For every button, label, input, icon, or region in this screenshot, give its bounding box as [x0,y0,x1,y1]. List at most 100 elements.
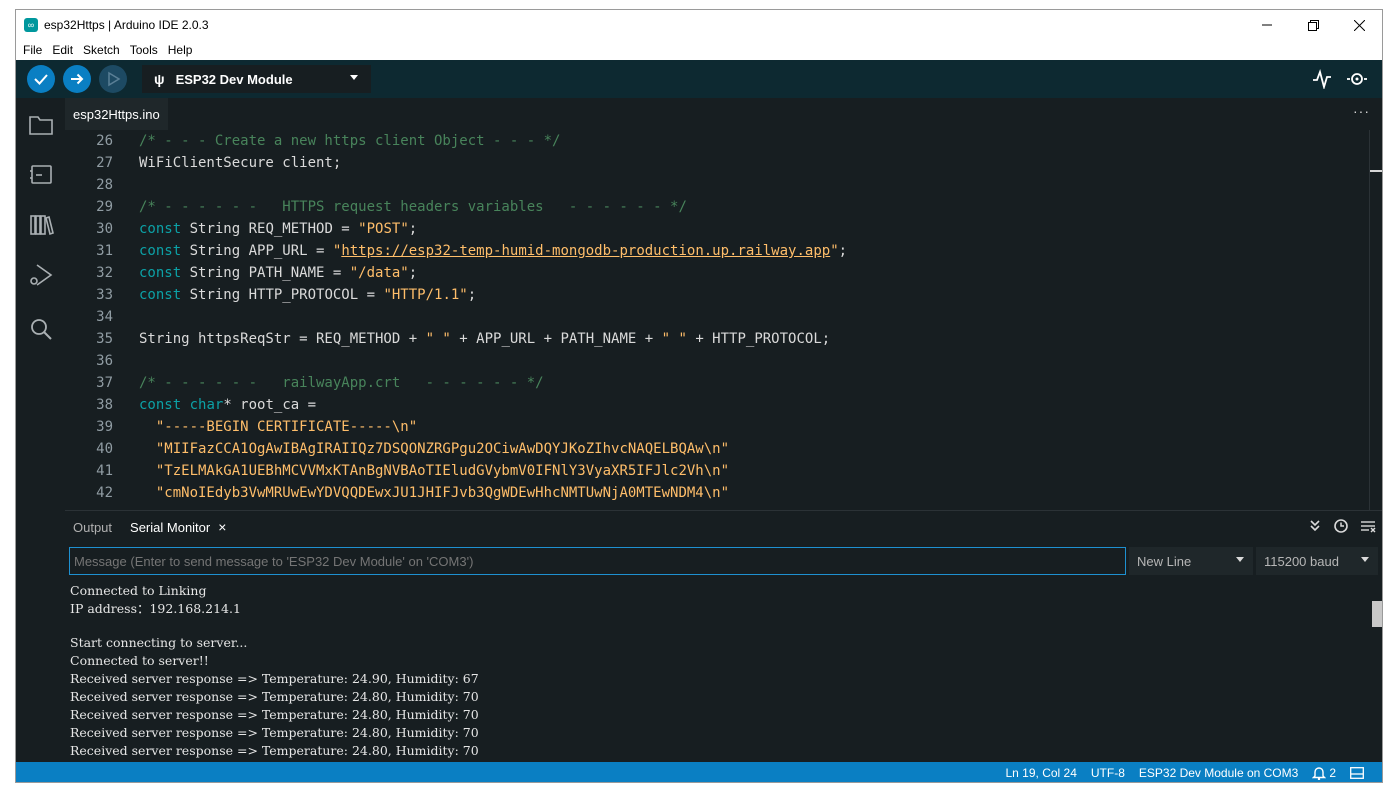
connected-board[interactable]: ESP32 Dev Module on COM3 [1139,766,1298,780]
window-title: esp32Https | Arduino IDE 2.0.3 [44,18,209,32]
serial-line: Received server response => Temperature:… [70,689,479,704]
serial-line: IP address：192.168.214.1 [70,601,241,616]
serial-message-input[interactable] [69,547,1126,575]
close-button[interactable] [1336,10,1382,40]
menu-bar: File Edit Sketch Tools Help [16,40,1382,60]
arduino-ide-window: ∞ esp32Https | Arduino IDE 2.0.3 File Ed… [15,9,1383,783]
file-encoding[interactable]: UTF-8 [1091,766,1125,780]
code-line: 38 const char* root_ca = [96,397,317,413]
menu-file[interactable]: File [22,43,43,57]
editor-scrollbar[interactable] [1369,130,1382,510]
menu-edit[interactable]: Edit [51,43,74,57]
chevron-down-icon [1236,557,1244,562]
line-ending-value: New Line [1137,553,1192,569]
editor-tabstrip: esp32Https.ino ··· [65,98,1382,130]
autoscroll-icon[interactable] [1308,519,1322,533]
code-line: 26/* - - - Create a new https client Obj… [96,133,561,149]
sketchbook-folder-icon[interactable] [28,112,54,138]
usb-icon: ψ [154,71,165,87]
minimize-button[interactable] [1244,10,1290,40]
toolbar: ψ ESP32 Dev Module [16,60,1382,98]
editor-tab-esp32https[interactable]: esp32Https.ino [65,98,168,130]
serial-line: Connected to server!! [70,653,209,668]
more-actions-icon[interactable]: ··· [1353,103,1370,119]
tab-serial-monitor[interactable]: Serial Monitor × [130,519,226,535]
code-line: 36 [96,353,113,369]
restore-button[interactable] [1290,10,1336,40]
search-icon[interactable] [28,316,54,342]
code-line: 31 const String APP_URL = "https://esp32-… [96,243,848,259]
serial-line: Connected to Linking [70,583,207,598]
boards-manager-icon[interactable] [28,162,54,188]
code-editor[interactable]: 26/* - - - Create a new https client Obj… [65,130,1382,510]
code-line: 34 [96,309,113,325]
serial-monitor-icon[interactable] [1346,69,1368,89]
upload-button[interactable] [63,65,91,93]
baud-rate-value: 115200 baud [1264,553,1339,569]
debug-button[interactable] [99,65,127,93]
arduino-logo-icon: ∞ [24,18,38,32]
restore-icon [1307,19,1319,31]
serial-line [70,618,1360,634]
window-controls [1244,10,1382,40]
code-line: 33 const String HTTP_PROTOCOL = "HTTP/1.1… [96,287,477,303]
menu-tools[interactable]: Tools [129,43,159,57]
scrollbar-thumb[interactable] [1372,601,1382,627]
serial-line: Received server response => Temperature:… [70,725,479,740]
serial-plotter-icon[interactable] [1312,69,1332,89]
board-name: ESP32 Dev Module [175,71,293,87]
debug-icon [108,71,121,87]
menu-help[interactable]: Help [167,43,194,57]
scrollbar-thumb[interactable] [1370,170,1382,172]
close-icon [1353,19,1365,31]
editor-area: esp32Https.ino ··· 26/* - - - Create a n… [65,98,1382,510]
baud-rate-select[interactable]: 115200 baud [1256,547,1378,575]
status-items: Ln 19, Col 24 UTF-8 ESP32 Dev Module on … [1006,762,1365,782]
panel-tabs: Output Serial Monitor × [65,511,1382,543]
code-line: 35 String httpsReqStr = REQ_METHOD + " " … [96,331,831,347]
arrow-right-icon [71,73,84,85]
code-line: 28 [96,177,113,193]
title-bar: ∞ esp32Https | Arduino IDE 2.0.3 [16,10,1382,40]
code-line: 29/* - - - - - - HTTPS request headers v… [96,199,687,215]
message-row: New Line 115200 baud [65,547,1382,575]
code-line: 42 "cmNoIEdyb3VwMRUwEwYDVQQDEwxJU1JHIFJv… [96,485,730,501]
panel-actions [1308,519,1376,533]
code-line: 27 WiFiClientSecure client; [96,155,342,171]
toolbar-right [1312,69,1368,89]
clear-output-icon[interactable] [1360,519,1376,533]
checkmark-icon [34,74,48,85]
serial-line: Received server response => Temperature:… [70,743,479,758]
status-bar: Ln 19, Col 24 UTF-8 ESP32 Dev Module on … [16,762,1382,782]
activity-bar [16,98,65,762]
toggle-panel-icon[interactable] [1350,767,1364,779]
verify-button[interactable] [27,65,55,93]
code-line: 37/* - - - - - - railwayApp.crt - - - - … [96,375,544,391]
board-selector[interactable]: ψ ESP32 Dev Module [142,65,371,93]
code-line: 39 "-----BEGIN CERTIFICATE-----\n" [96,419,418,435]
code-line: 30 const String REQ_METHOD = "POST"; [96,221,418,237]
serial-line: Start connecting to server... [70,635,248,650]
notifications[interactable]: 2 [1312,766,1336,780]
tab-serial-monitor-label: Serial Monitor [130,519,211,535]
cursor-position[interactable]: Ln 19, Col 24 [1006,766,1077,780]
bottom-panel: Output Serial Monitor × New Line 115200 … [65,510,1382,762]
notification-count: 2 [1329,766,1336,780]
close-icon[interactable]: × [218,519,226,535]
serial-scrollbar[interactable] [1372,591,1382,761]
minimize-icon [1262,24,1272,26]
debug-run-icon[interactable] [28,262,54,288]
url-link[interactable]: https://esp32-temp-humid-mongodb-product… [341,243,830,259]
line-ending-select[interactable]: New Line [1129,547,1253,575]
serial-line: Received server response => Temperature:… [70,671,479,686]
code-line: 40 "MIIFazCCA1OgAwIBAgIRAIIQz7DSQONZRGPg… [96,441,730,457]
code-line: 32 const String PATH_NAME = "/data"; [96,265,418,281]
library-manager-icon[interactable] [28,212,54,238]
timestamp-clock-icon[interactable] [1334,519,1348,533]
menu-sketch[interactable]: Sketch [82,43,121,57]
tab-output[interactable]: Output [73,520,112,535]
notification-bell-icon [1312,767,1327,780]
serial-output: Connected to Linking IP address：192.168.… [70,582,1360,760]
code-line: 41 "TzELMAkGA1UEBhMCVVMxKTAnBgNVBAoTIElu… [96,463,730,479]
chevron-down-icon [1361,557,1369,562]
